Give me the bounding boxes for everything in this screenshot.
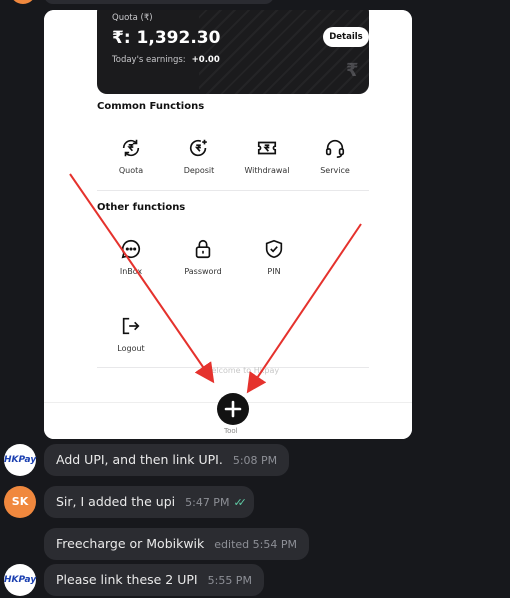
other-functions-title: Other functions	[97, 202, 186, 213]
function-label: PIN	[267, 267, 281, 276]
image-message[interactable]: Quota (₹) ₹: 1,392.30 Today's earnings: +…	[44, 10, 412, 439]
function-label: Password	[184, 267, 222, 276]
plus-icon	[224, 400, 242, 418]
message-text: Please link these 2 UPI	[56, 572, 198, 587]
function-password[interactable]: Password	[175, 238, 231, 276]
function-inbox[interactable]: InBox	[103, 238, 159, 276]
avatar[interactable]: HKPay	[4, 444, 36, 476]
message-text: Sir, I added the upi	[56, 494, 176, 509]
function-quota[interactable]: Quota	[103, 137, 159, 175]
message-time: edited 5:54 PM	[214, 538, 297, 551]
function-label: InBox	[119, 267, 143, 276]
message-text: Freecharge or Mobikwik	[56, 536, 205, 551]
today-earnings: Today's earnings: +0.00	[112, 55, 220, 65]
function-label: Logout	[117, 344, 145, 353]
function-withdrawal[interactable]: Withdrawal	[239, 137, 295, 175]
message-time: 5:55 PM	[207, 574, 252, 587]
message-bubble[interactable]: Freecharge or Mobikwik edited 5:54 PM	[44, 528, 309, 560]
quota-label: Quota (₹)	[112, 13, 153, 23]
message-bubble[interactable]: Please link these 2 UPI 5:55 PM	[44, 564, 264, 596]
tool-button[interactable]	[217, 393, 249, 425]
message-time: 5:08 PM	[232, 454, 278, 467]
message-bubble[interactable]: Sir, I added the upi 5:47 PM ✓✓	[44, 486, 254, 518]
today-earnings-label: Today's earnings:	[112, 55, 186, 65]
app-screenshot: Quota (₹) ₹: 1,392.30 Today's earnings: +…	[44, 10, 412, 439]
details-button[interactable]: Details	[323, 27, 369, 47]
function-label: Withdrawal	[244, 166, 290, 175]
function-logout[interactable]: Logout	[103, 315, 159, 353]
read-checks-icon: ✓✓	[233, 496, 247, 509]
message-bubble-partial	[44, 0, 274, 4]
rupee-watermark-icon: ₹	[346, 60, 359, 81]
function-pin[interactable]: PIN	[246, 238, 302, 276]
function-label: Quota	[118, 166, 144, 175]
ticket-rupee-icon	[257, 141, 277, 155]
logout-icon	[122, 317, 140, 335]
quota-amount: ₹: 1,392.30	[112, 28, 221, 48]
rupee-plus-icon	[190, 139, 207, 157]
avatar[interactable]: HKPay	[4, 564, 36, 596]
tool-label: Tool	[224, 427, 238, 435]
function-deposit[interactable]: Deposit	[171, 137, 227, 175]
common-functions-title: Common Functions	[97, 101, 205, 112]
function-label: Service	[320, 166, 350, 175]
chat-dots-icon	[121, 239, 141, 259]
lock-icon	[195, 239, 211, 259]
welcome-text: Welcome to Hkpay	[204, 366, 280, 375]
function-label: Deposit	[183, 166, 215, 175]
headset-icon	[325, 139, 345, 158]
avatar[interactable]	[10, 0, 36, 4]
avatar[interactable]: SK	[4, 486, 36, 518]
message-time: 5:47 PM	[185, 496, 230, 509]
today-earnings-value: +0.00	[191, 55, 220, 65]
rupee-refresh-icon	[122, 139, 140, 157]
quota-card: Quota (₹) ₹: 1,392.30 Today's earnings: +…	[97, 10, 369, 94]
divider	[97, 190, 369, 191]
message-bubble[interactable]: Add UPI, and then link UPI. 5:08 PM	[44, 444, 290, 476]
message-text: Add UPI, and then link UPI.	[56, 452, 223, 467]
function-service[interactable]: Service	[307, 137, 363, 175]
shield-check-icon	[265, 239, 283, 259]
